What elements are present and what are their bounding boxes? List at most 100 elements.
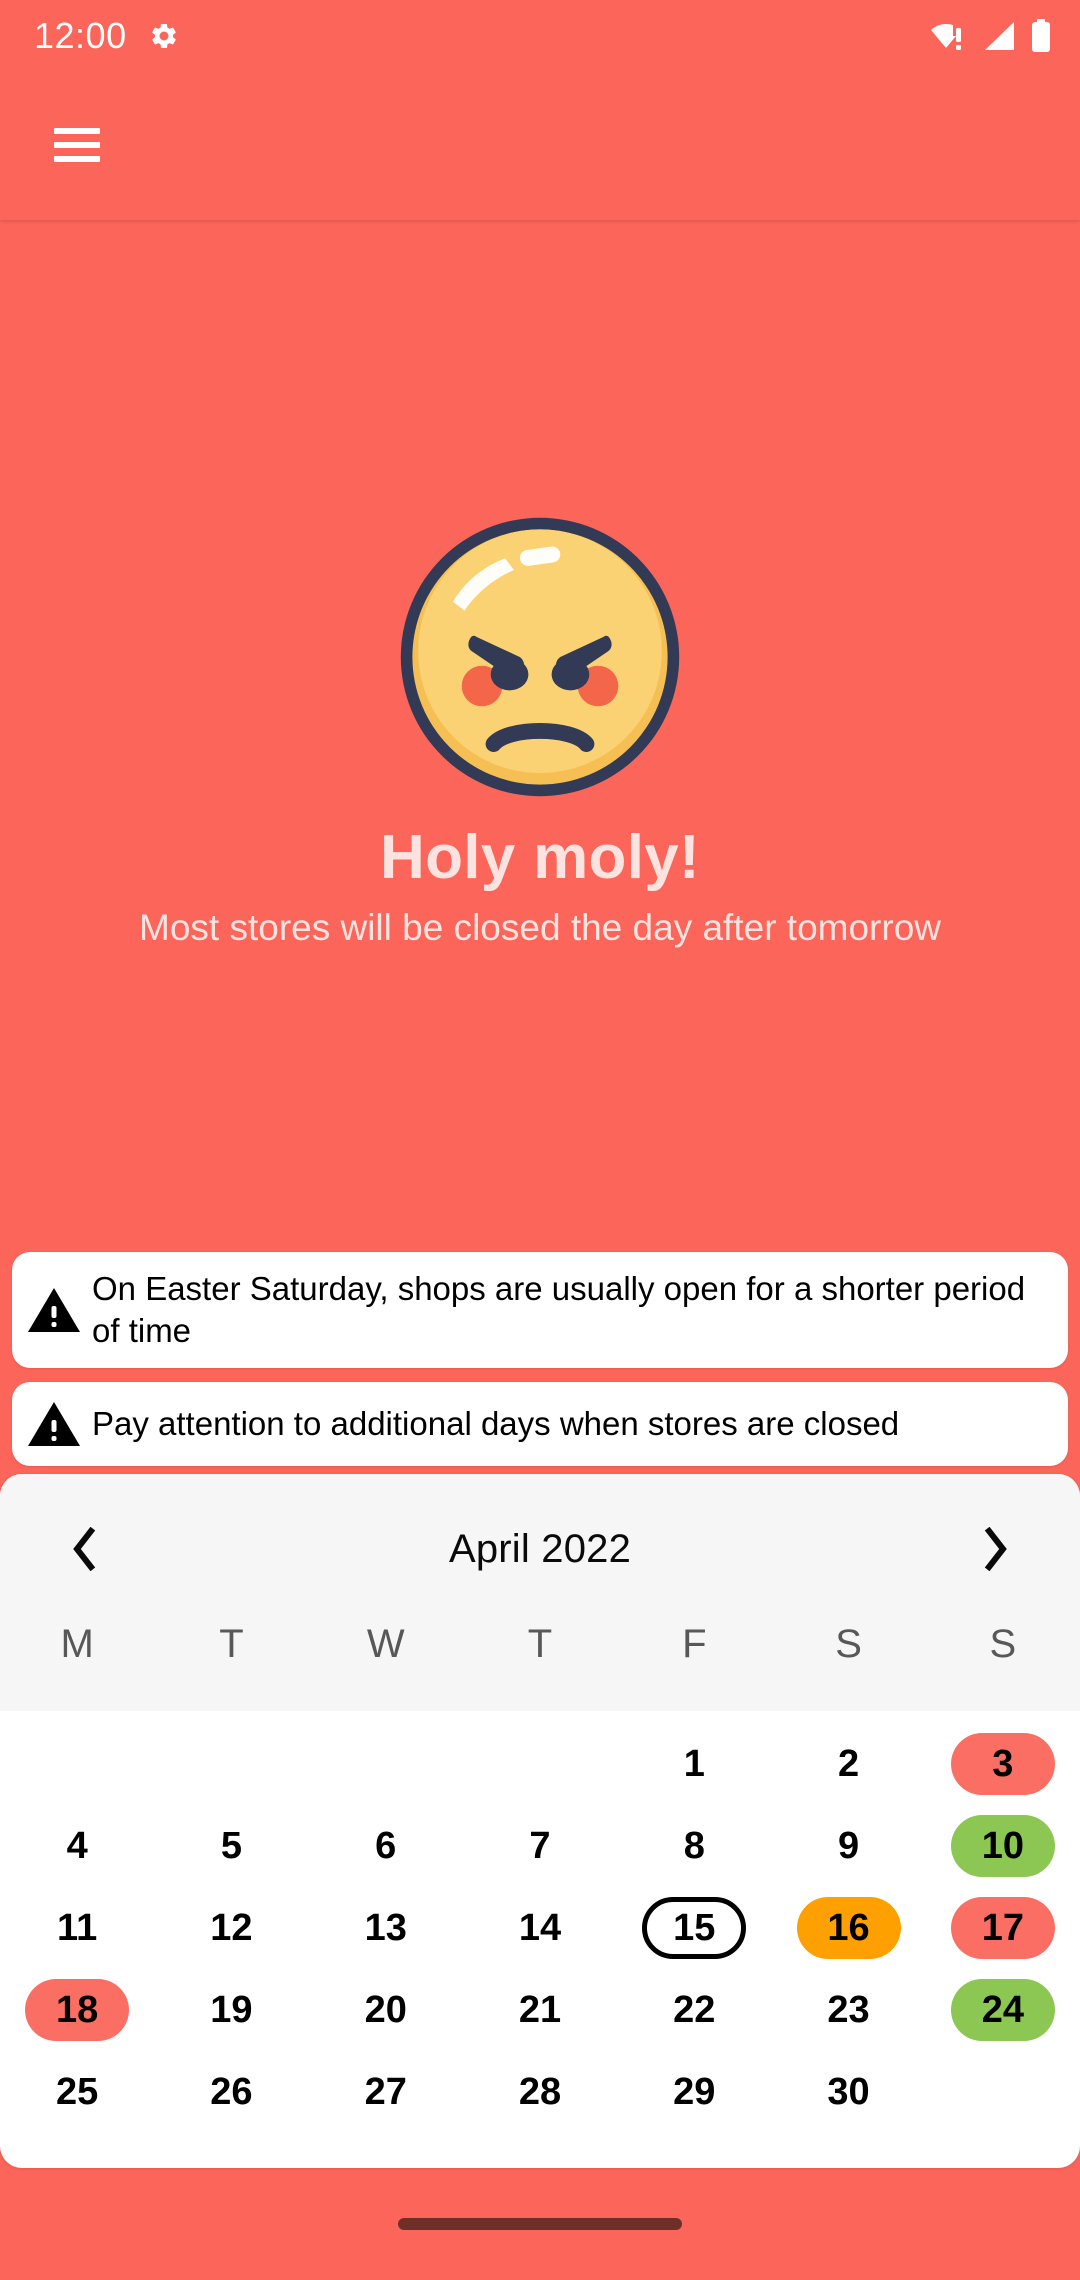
calendar-cell[interactable]: 21: [463, 1969, 617, 2051]
warning-card[interactable]: Pay attention to additional days when st…: [12, 1381, 1068, 1466]
calendar-day-number[interactable]: 1: [642, 1733, 746, 1795]
weekday-header: W: [366, 1622, 405, 1666]
calendar-cell: [154, 1723, 308, 1805]
calendar-cell[interactable]: 6: [309, 1805, 463, 1887]
status-bar: 12:00: [0, 0, 1080, 72]
calendar-cell[interactable]: 16: [771, 1887, 925, 1969]
calendar-day-number[interactable]: 30: [797, 2061, 901, 2123]
calendar-cell[interactable]: 5: [154, 1805, 308, 1887]
calendar-day-number[interactable]: 5: [179, 1815, 283, 1877]
calendar-cell[interactable]: 24: [926, 1969, 1080, 2051]
hamburger-menu-icon[interactable]: [54, 128, 100, 162]
calendar-cell[interactable]: 25: [0, 2051, 154, 2133]
calendar-day-number: [334, 1733, 438, 1795]
calendar-cell[interactable]: 3: [926, 1723, 1080, 1805]
calendar-day-number[interactable]: 6: [334, 1815, 438, 1877]
calendar-cell[interactable]: 29: [617, 2051, 771, 2133]
calendar-cell[interactable]: 20: [309, 1969, 463, 2051]
calendar-day-number[interactable]: 27: [334, 2061, 438, 2123]
calendar-day-number[interactable]: 28: [488, 2061, 592, 2123]
calendar-day-number[interactable]: 23: [797, 1979, 901, 2041]
calendar-day-number[interactable]: 18: [25, 1979, 130, 2041]
gear-icon: [149, 21, 179, 51]
calendar-cell[interactable]: 12: [154, 1887, 308, 1969]
calendar-header: April 2022 M T W T F S S: [0, 1474, 1080, 1711]
home-gesture-pill[interactable]: [398, 2218, 682, 2230]
warnings-list: On Easter Saturday, shops are usually op…: [12, 1252, 1068, 1480]
calendar-cell[interactable]: 19: [154, 1969, 308, 2051]
hamburger-bar-2: [54, 142, 100, 148]
calendar-cell[interactable]: 27: [309, 2051, 463, 2133]
calendar-cell[interactable]: 30: [771, 2051, 925, 2133]
calendar-day-number: [951, 2061, 1055, 2123]
calendar-cell[interactable]: 13: [309, 1887, 463, 1969]
calendar-cell[interactable]: 11: [0, 1887, 154, 1969]
calendar-cell[interactable]: 9: [771, 1805, 925, 1887]
weekday-header: M: [60, 1622, 94, 1666]
calendar-day-number[interactable]: 26: [179, 2061, 283, 2123]
calendar-cell[interactable]: 18: [0, 1969, 154, 2051]
calendar-day-number[interactable]: 12: [179, 1897, 283, 1959]
next-month-button[interactable]: [968, 1521, 1024, 1577]
gesture-navigation-bar: [0, 2168, 1080, 2280]
calendar-day-today[interactable]: 15: [642, 1897, 747, 1959]
calendar-cell[interactable]: 14: [463, 1887, 617, 1969]
prev-month-button[interactable]: [56, 1521, 112, 1577]
calendar-cell[interactable]: 17: [926, 1887, 1080, 1969]
page-title: Holy moly!: [380, 823, 700, 892]
status-bar-icons: [930, 19, 1052, 53]
app-bar: [0, 72, 1080, 220]
calendar-day-number[interactable]: 24: [950, 1979, 1055, 2041]
calendar-cell[interactable]: 7: [463, 1805, 617, 1887]
calendar-cell: [463, 1723, 617, 1805]
calendar-day-number[interactable]: 10: [950, 1815, 1055, 1877]
calendar-cell[interactable]: 26: [154, 2051, 308, 2133]
hamburger-bar-1: [54, 128, 100, 134]
calendar-cell: [309, 1723, 463, 1805]
calendar-day-number: [25, 1733, 129, 1795]
calendar-cell[interactable]: 15: [617, 1887, 771, 1969]
warning-card-text: Pay attention to additional days when st…: [92, 1404, 900, 1442]
calendar-day-number[interactable]: 21: [488, 1979, 592, 2041]
weekday-header: S: [835, 1622, 862, 1666]
calendar-cell[interactable]: 4: [0, 1805, 154, 1887]
calendar-day-number[interactable]: 14: [488, 1897, 592, 1959]
calendar-cell[interactable]: 8: [617, 1805, 771, 1887]
calendar-cell[interactable]: 10: [926, 1805, 1080, 1887]
calendar-cell[interactable]: 1: [617, 1723, 771, 1805]
calendar-day-number[interactable]: 20: [334, 1979, 438, 2041]
calendar-day-number[interactable]: 25: [25, 2061, 129, 2123]
calendar-nav-row: April 2022: [0, 1474, 1080, 1624]
calendar-day-number[interactable]: 19: [179, 1979, 283, 2041]
calendar-month-label: April 2022: [448, 1526, 632, 1571]
warning-triangle-icon: [26, 1398, 82, 1450]
warning-triangle-icon: [26, 1284, 82, 1336]
battery-icon: [1030, 19, 1052, 53]
calendar-day-number[interactable]: 4: [25, 1815, 129, 1877]
calendar-day-number: [488, 1733, 592, 1795]
calendar-day-number[interactable]: 22: [642, 1979, 746, 2041]
cell-signal-icon: [982, 20, 1016, 52]
calendar-day-number[interactable]: 3: [950, 1733, 1055, 1795]
calendar-cell[interactable]: 28: [463, 2051, 617, 2133]
calendar-day-number[interactable]: 13: [334, 1897, 438, 1959]
calendar-cell[interactable]: 23: [771, 1969, 925, 2051]
weekday-header: S: [989, 1622, 1017, 1666]
hero-section: Holy moly! Most stores will be closed th…: [0, 220, 1080, 1230]
calendar-card: April 2022 M T W T F S S 1 2 3 4 5 6 7 8 9 10 11 12…: [0, 1474, 1080, 2168]
calendar-day-number[interactable]: 7: [488, 1815, 592, 1877]
calendar-day-number[interactable]: 2: [797, 1733, 901, 1795]
phone-screen: 12:00 Holy moly! Most stores will be clo…: [0, 0, 1080, 2280]
calendar-day-number[interactable]: 9: [797, 1815, 901, 1877]
calendar-day-number[interactable]: 8: [642, 1815, 746, 1877]
calendar-day-number[interactable]: 11: [25, 1897, 129, 1959]
status-bar-clock: 12:00: [34, 15, 127, 56]
calendar-day-number[interactable]: 29: [642, 2061, 746, 2123]
warning-card-text: On Easter Saturday, shops are usually op…: [92, 1270, 1026, 1349]
calendar-day-number[interactable]: 16: [796, 1897, 901, 1959]
calendar-day-grid: 1 2 3 4 5 6 7 8 9 10 11 12 13 14 15 16 17 18 19 20 21 22 23 24 2…: [0, 1711, 1080, 2133]
calendar-day-number[interactable]: 17: [950, 1897, 1055, 1959]
warning-card[interactable]: On Easter Saturday, shops are usually op…: [12, 1252, 1068, 1368]
calendar-cell[interactable]: 22: [617, 1969, 771, 2051]
calendar-cell[interactable]: 2: [771, 1723, 925, 1805]
